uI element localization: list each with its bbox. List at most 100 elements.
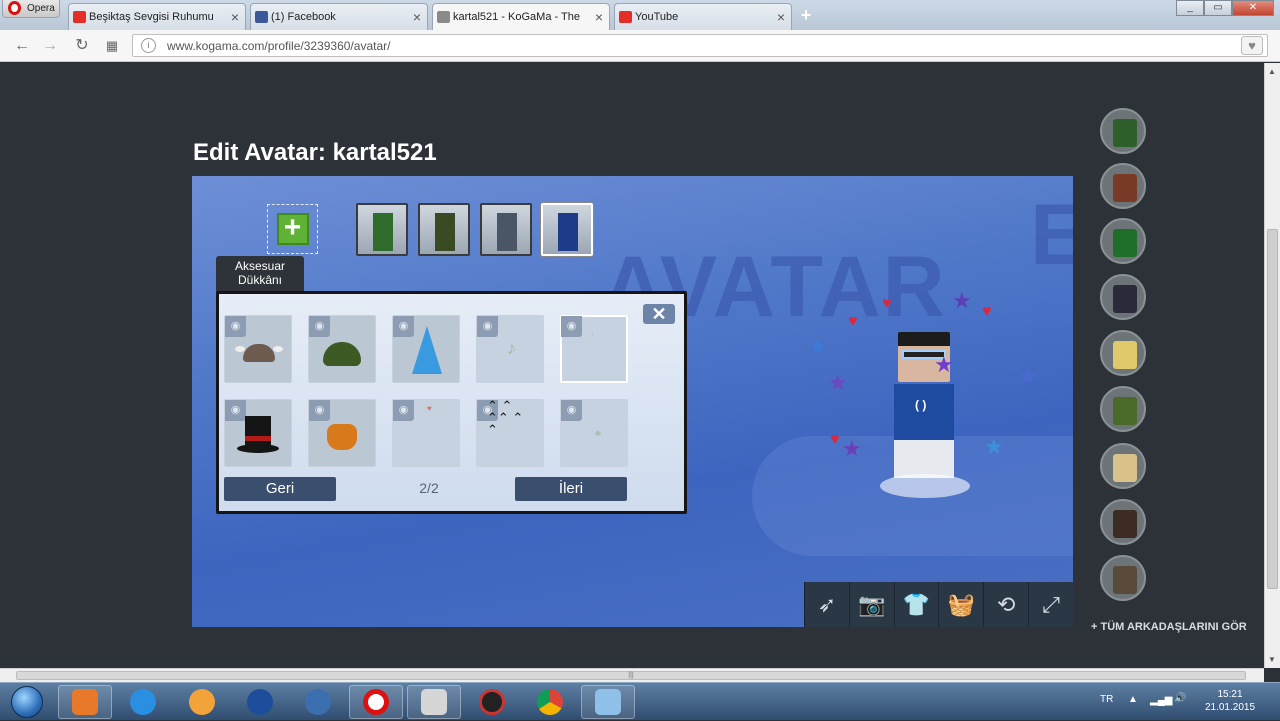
accessory-sparkle-selected[interactable]: ◉ · [560,315,628,383]
eye-icon[interactable]: ◉ [393,400,414,421]
close-tab-icon[interactable]: × [231,9,239,25]
close-tab-icon[interactable]: × [595,9,603,25]
avatar-slot[interactable] [356,203,408,256]
accessory-army-helmet[interactable]: ◉ [308,315,376,383]
friend-avatar[interactable] [1100,274,1146,320]
restore-button[interactable]: ▭ [1204,0,1232,16]
address-bar[interactable]: i www.kogama.com/profile/3239360/avatar/… [132,34,1268,57]
close-panel-button[interactable]: ✕ [643,304,675,324]
accessory-viking-helmet[interactable]: ◉ [224,315,292,383]
friend-avatar[interactable] [1100,108,1146,154]
friend-avatar[interactable] [1100,330,1146,376]
speed-dial-grid-icon[interactable]: ▦ [102,36,122,56]
minimize-button[interactable]: _ [1176,0,1204,16]
close-tab-icon[interactable]: × [777,9,785,25]
accessory-top-hat[interactable]: ◉ [224,399,292,467]
tab-bar: Opera Beşiktaş Sevgisi Ruhumu Sa × (1) F… [0,0,1280,30]
avatar [1113,454,1137,482]
eye-icon[interactable]: ◉ [309,400,330,421]
avatar [1113,174,1137,202]
chrome-old-icon [247,689,273,715]
accessory-clovers[interactable]: ◉ ♣ [560,399,628,467]
taskbar-app[interactable] [407,685,461,719]
see-all-friends-link[interactable]: + TÜM ARKADAŞLARINI GÖR [1091,621,1247,633]
friend-avatar[interactable] [1100,499,1146,545]
reload-icon[interactable]: ↻ [72,36,92,56]
opera-menu-button[interactable]: Opera [2,0,60,18]
fullscreen-icon[interactable]: ⤢ [1028,582,1073,627]
accessory-hearts[interactable]: ◉ ♥ [392,399,460,467]
star-icon: ★ [808,334,828,359]
hat-band [245,436,271,441]
camera-icon[interactable]: 📷 [848,582,894,627]
network-icon[interactable]: ▂▄▆ [1150,695,1172,706]
chrome-icon [537,689,563,715]
tab-label: Beşiktaş Sevgisi Ruhumu Sa [89,11,217,23]
prev-page-button[interactable]: Geri [224,477,336,501]
eye-icon[interactable]: ◉ [477,316,498,337]
close-tab-icon[interactable]: × [413,9,421,25]
taskbar-app[interactable] [581,685,635,719]
taskbar-app[interactable] [175,685,229,719]
language-indicator[interactable]: TR [1100,694,1113,705]
avatar-reset-icon[interactable]: ⟲ [983,582,1028,627]
friend-avatar[interactable] [1100,443,1146,489]
eye-icon[interactable]: ◉ [309,316,330,337]
start-button[interactable] [2,684,52,720]
scroll-thumb[interactable] [1267,229,1278,589]
accessory-cowboy-hat[interactable]: ◉ [308,399,376,467]
shirt-warning-icon[interactable]: 👕 [893,582,939,627]
tab-kogama[interactable]: kartal521 - KoGaMa - The Sc × [432,3,610,30]
scroll-thumb[interactable]: ||| [16,671,1246,680]
accessory-bats[interactable]: ◉ ⌃ ⌃ ⌃⌃ ⌃ ⌃ [476,399,544,467]
taskbar-app[interactable] [233,685,287,719]
avatar [1113,341,1137,369]
friend-avatar[interactable] [1100,218,1146,264]
taskbar-app[interactable] [523,685,577,719]
avatar-slot[interactable] [418,203,470,256]
horizontal-scrollbar[interactable]: ||| [0,668,1264,682]
clock[interactable]: 15:21 21.01.2015 [1198,688,1262,714]
site-info-icon[interactable]: i [141,38,156,53]
friend-avatar[interactable] [1100,386,1146,432]
rocket-icon[interactable]: ➶ [804,582,849,627]
scroll-up-icon[interactable]: ▲ [1268,67,1276,76]
taskbar-app[interactable] [465,685,519,719]
close-window-button[interactable]: ✕ [1232,0,1274,16]
eye-icon[interactable]: ◉ [393,316,414,337]
avatar-slot[interactable] [480,203,532,256]
eye-icon[interactable]: ◉ [225,400,246,421]
friend-avatar[interactable] [1100,163,1146,209]
eye-icon[interactable]: ◉ [225,316,246,337]
taskbar-app[interactable] [349,685,403,719]
settings-gear-icon [305,689,331,715]
next-page-button[interactable]: İleri [515,477,627,501]
tray-expand-icon[interactable]: ▲ [1128,694,1138,705]
friend-avatar[interactable] [1100,555,1146,601]
scroll-down-icon[interactable]: ▼ [1268,655,1276,664]
taskbar-app[interactable] [116,685,170,719]
forward-arrow-icon[interactable]: → [40,36,60,56]
avatar-slot-selected[interactable] [541,203,593,256]
taskbar-app[interactable] [291,685,345,719]
eye-icon[interactable]: ◉ [561,400,582,421]
volume-icon[interactable]: 🔊 [1174,693,1186,704]
back-arrow-icon[interactable]: ← [12,36,32,56]
basket-icon[interactable]: 🧺 [938,582,983,627]
hearts-icon: ♥ [427,404,432,413]
avatar-thumbnail [435,213,455,251]
bookmark-heart-icon[interactable]: ♥ [1241,36,1263,55]
accessory-shop-tab[interactable]: Aksesuar Dükkânı [216,256,304,292]
tab-youtube[interactable]: YouTube × [614,3,792,30]
star-icon: ★ [842,436,862,461]
add-avatar-button[interactable]: + [267,204,318,254]
accessory-music-notes[interactable]: ◉ ♪ [476,315,544,383]
eye-icon[interactable]: ◉ [561,316,582,337]
new-tab-button[interactable]: + [796,5,816,25]
avatar-preview[interactable]: ( ) [872,326,972,498]
taskbar-app[interactable] [58,685,112,719]
vertical-scrollbar[interactable]: ▲ ▼ [1264,63,1280,668]
tab-youtube-besiktas[interactable]: Beşiktaş Sevgisi Ruhumu Sa × [68,3,246,30]
accessory-party-hat[interactable]: ◉ [392,315,460,383]
tab-facebook[interactable]: (1) Facebook × [250,3,428,30]
